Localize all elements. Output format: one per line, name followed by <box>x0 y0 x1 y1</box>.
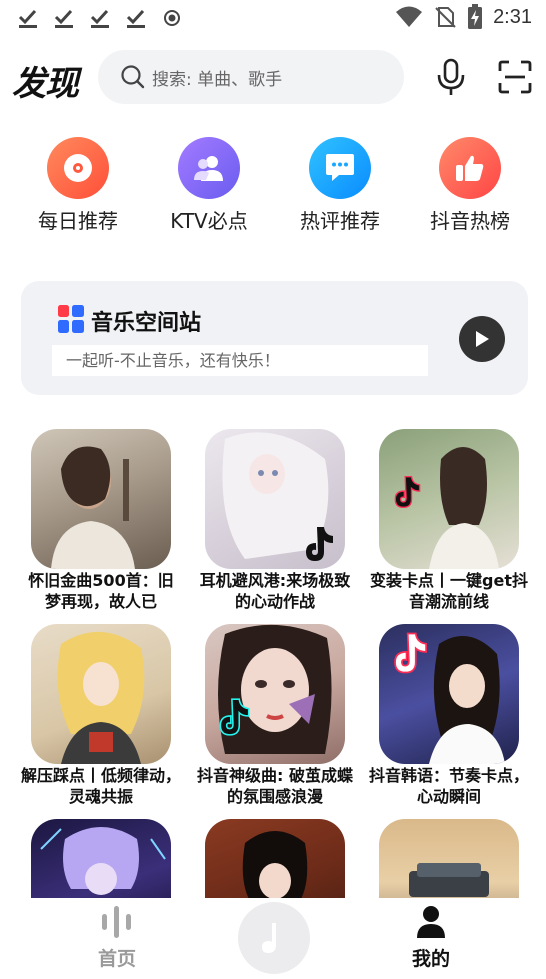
status-time: 2:31 <box>493 5 532 28</box>
station-subtitle: 一起听-不止音乐，还有快乐！ <box>52 345 428 376</box>
daily-recommend-button[interactable]: 每日推荐 <box>23 135 133 234</box>
now-playing-button[interactable] <box>238 902 310 974</box>
quick-action-label: 每日推荐 <box>38 209 118 233</box>
playlist-card[interactable] <box>31 819 171 898</box>
download-done-icon <box>90 9 109 28</box>
playlist-cover <box>205 624 345 764</box>
music-station-card[interactable]: 音乐空间站 一起听-不止音乐，还有快乐！ <box>21 281 528 395</box>
scan-icon[interactable] <box>498 60 532 94</box>
nav-home-label: 首页 <box>97 948 136 970</box>
microphone-icon[interactable] <box>434 58 468 96</box>
playlist-card[interactable]: 抖音神级曲: 破茧成蝶的氛围感浪漫 <box>197 624 353 807</box>
page-title: 发现 <box>12 64 79 104</box>
playlist-cover <box>205 429 345 569</box>
group-icon <box>178 137 240 199</box>
search-placeholder: 搜索: 单曲、歌手 <box>152 69 283 90</box>
quick-action-label: 抖音热榜 <box>430 209 510 233</box>
playlist-title: 变装卡点丨一键get抖音潮流前线 <box>370 571 528 611</box>
music-note-icon <box>262 923 276 953</box>
playlist-title: 解压踩点丨低频律动，灵魂共振 <box>21 766 181 806</box>
wifi-icon <box>396 6 423 27</box>
playlist-card[interactable] <box>205 819 345 898</box>
equalizer-icon <box>102 906 131 938</box>
playlist-title: 耳机避风港:来场极致的心动作战 <box>199 571 351 611</box>
douyin-chart-button[interactable]: 抖音热榜 <box>415 135 525 234</box>
playlist-cover <box>31 429 171 569</box>
search-bar[interactable]: 搜索: 单曲、歌手 <box>98 50 404 104</box>
header: 发现 搜索: 单曲、歌手 <box>0 44 546 108</box>
playlist-title: 抖音神级曲: 破茧成蝶的氛围感浪漫 <box>197 766 353 806</box>
status-bar: 2:31 <box>0 0 546 36</box>
playlist-card[interactable] <box>379 819 519 898</box>
playlist-cover <box>31 819 171 898</box>
no-sim-icon <box>435 7 456 28</box>
playlist-cover <box>205 819 345 898</box>
download-done-icon <box>126 9 145 28</box>
quick-actions: 每日推荐 KTV必点 热评推荐 抖音热榜 <box>0 135 546 235</box>
comment-icon <box>309 137 371 199</box>
station-logo-icon <box>58 305 84 333</box>
tiktok-logo-icon <box>394 632 427 674</box>
download-done-icon <box>54 9 73 28</box>
tiktok-logo-icon <box>219 698 250 736</box>
playlist-cover <box>379 429 519 569</box>
status-left-icons <box>16 6 184 30</box>
user-icon <box>417 906 445 938</box>
tiktok-logo-icon <box>394 476 421 508</box>
bottom-navigation: 首页 我的 <box>0 898 546 979</box>
quick-action-label: 热评推荐 <box>300 209 380 233</box>
ktv-button[interactable]: KTV必点 <box>154 135 264 234</box>
quick-action-label: KTV必点 <box>170 209 248 233</box>
playlist-cover <box>31 624 171 764</box>
download-done-icon <box>18 9 37 28</box>
playlist-card[interactable]: 解压踩点丨低频律动，灵魂共振 <box>21 624 181 807</box>
station-title: 音乐空间站 <box>91 311 202 336</box>
playlist-card[interactable]: 变装卡点丨一键get抖音潮流前线 <box>370 429 528 612</box>
tiktok-logo-icon <box>306 527 333 561</box>
playlist-cover <box>379 819 519 898</box>
playlist-card[interactable]: 怀旧金曲500首：旧梦再现，故人已 <box>28 429 174 612</box>
battery-charging-icon <box>468 4 483 29</box>
nav-mine-label: 我的 <box>411 948 450 970</box>
status-right-icons: 2:31 <box>395 4 532 30</box>
search-icon <box>121 65 145 89</box>
playlist-card[interactable]: 耳机避风港:来场极致的心动作战 <box>200 429 350 612</box>
playlist-title: 抖音韩语：节奏卡点，心动瞬间 <box>369 766 529 806</box>
playlist-card[interactable]: 抖音韩语：节奏卡点，心动瞬间 <box>369 624 529 807</box>
station-play-button[interactable] <box>459 316 505 362</box>
nav-home[interactable]: 首页 <box>72 904 162 971</box>
playlist-cover <box>379 624 519 764</box>
vinyl-icon <box>47 137 109 199</box>
play-icon <box>476 331 489 347</box>
playlist-title: 怀旧金曲500首：旧梦再现，故人已 <box>28 571 174 611</box>
record-icon <box>164 10 180 26</box>
playlist-grid: 怀旧金曲500首：旧梦再现，故人已 耳机避风港:来场极致的心动作战 变装卡点丨一… <box>0 428 546 898</box>
nav-mine[interactable]: 我的 <box>386 904 476 971</box>
hot-comments-button[interactable]: 热评推荐 <box>285 135 395 234</box>
thumbs-up-icon <box>439 137 501 199</box>
